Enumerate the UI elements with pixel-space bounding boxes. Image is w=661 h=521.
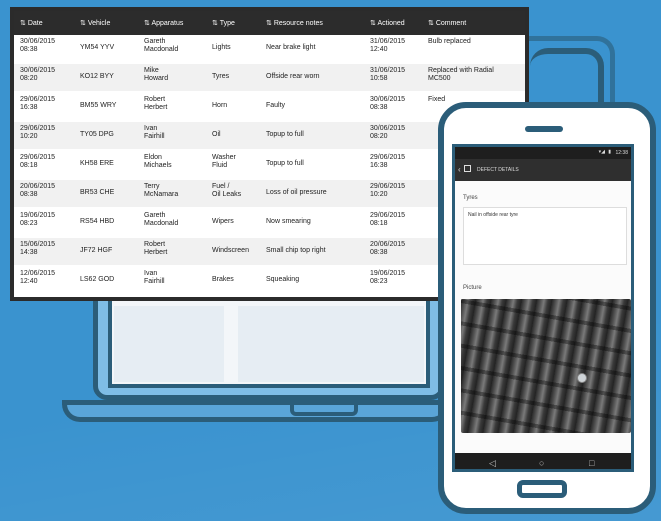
cell-notes: Near brake light xyxy=(266,44,316,51)
column-header-comment[interactable]: ⇅ Comment xyxy=(428,19,466,27)
cell-vehicle: BR53 CHE xyxy=(80,189,115,196)
cell-notes: Topup to full xyxy=(266,160,304,167)
cell-notes: Squeaking xyxy=(266,276,300,283)
cell-actioned: 19/06/2015 08:23 xyxy=(370,270,406,285)
cell-type: Fuel / Oil Leaks xyxy=(212,183,242,198)
cell-person: Robert Herbert xyxy=(144,241,168,256)
cell-person: Terry McNamara xyxy=(144,183,179,198)
cell-date: 29/06/2015 16:38 xyxy=(20,96,56,111)
cell-type: Wipers xyxy=(212,218,234,225)
cell-date: 30/06/2015 08:38 xyxy=(20,38,56,53)
laptop-panel-left xyxy=(114,306,224,382)
table-row[interactable]: 30/06/2015 08:38 YM54 YYV Gareth Macdonald… xyxy=(14,35,525,62)
cell-actioned: 29/06/2015 16:38 xyxy=(370,154,406,169)
laptop-panel-right xyxy=(238,306,424,382)
cell-notes: Loss of oil pressure xyxy=(266,189,327,196)
status-time: 12:38 xyxy=(615,150,628,156)
defect-description-text: Nail in offside rear tyre xyxy=(468,212,518,218)
cell-actioned: 29/06/2015 10:20 xyxy=(370,183,406,198)
calendar-icon xyxy=(464,165,471,172)
cell-vehicle: YM54 YYV xyxy=(80,44,115,51)
cell-notes: Faulty xyxy=(266,102,286,109)
defect-description-field[interactable]: Nail in offside rear tyre xyxy=(463,207,627,265)
nav-back-icon[interactable]: ◁ xyxy=(489,458,496,469)
column-header-apparatus[interactable]: ⇅ Apparatus xyxy=(144,19,183,27)
cell-actioned: 30/06/2015 08:20 xyxy=(370,125,406,140)
table-header: ⇅ Date ⇅ Vehicle ⇅ Apparatus ⇅ Type ⇅ Re… xyxy=(14,11,525,35)
app-bar: ‹ DEFECT DETAILS xyxy=(455,159,631,181)
cell-actioned: 30/06/2015 08:38 xyxy=(370,96,406,111)
cell-vehicle: LS62 GOD xyxy=(80,276,115,283)
cell-comment: Bulb replaced xyxy=(428,38,471,45)
cell-date: 20/06/2015 08:38 xyxy=(20,183,56,198)
picture-label: Picture xyxy=(463,285,482,291)
cell-actioned: 31/06/2015 12:40 xyxy=(370,38,406,53)
phone-screen: ▾◢ ▮ 12:38 ‹ DEFECT DETAILS Tyres Nail i… xyxy=(452,144,634,472)
cell-type: Horn xyxy=(212,102,228,109)
cell-vehicle: KO12 BYY xyxy=(80,73,114,80)
laptop-base xyxy=(62,400,450,422)
tyre-photo[interactable] xyxy=(461,299,631,433)
cell-type: Oil xyxy=(212,131,221,138)
cell-person: Eldon Michaels xyxy=(144,154,172,169)
phone-home-button[interactable] xyxy=(517,480,567,498)
cell-vehicle: KH58 ERE xyxy=(80,160,114,167)
cell-person: Gareth Macdonald xyxy=(144,212,179,227)
cell-actioned: 20/06/2015 08:38 xyxy=(370,241,406,256)
app-bar-title: DEFECT DETAILS xyxy=(477,167,519,173)
cell-vehicle: JF72 HGF xyxy=(80,247,113,254)
cell-comment: Replaced with Radial MC500 xyxy=(428,67,494,82)
back-arrow-icon[interactable]: ‹ xyxy=(458,165,461,174)
cell-notes: Offside rear worn xyxy=(266,73,320,80)
signal-icon: ▾◢ xyxy=(598,149,605,155)
status-bar: ▾◢ ▮ 12:38 xyxy=(455,147,631,159)
cell-person: Gareth Macdonald xyxy=(144,38,179,53)
laptop-trackpad-notch xyxy=(290,404,358,416)
cell-date: 29/06/2015 10:20 xyxy=(20,125,56,140)
cell-comment: Fixed xyxy=(428,96,446,103)
cell-date: 15/06/2015 14:38 xyxy=(20,241,56,256)
column-header-actioned[interactable]: ⇅ Actioned xyxy=(370,19,405,27)
cell-date: 19/06/2015 08:23 xyxy=(20,212,56,227)
cell-type: Brakes xyxy=(212,276,234,283)
cell-date: 30/06/2015 08:20 xyxy=(20,67,56,82)
cell-type: Tyres xyxy=(212,73,230,80)
column-header-type[interactable]: ⇅ Type xyxy=(212,19,235,27)
cell-vehicle: BM55 WRY xyxy=(80,102,117,109)
cell-type: Lights xyxy=(212,44,231,51)
cell-notes: Now smearing xyxy=(266,218,311,225)
nav-recent-icon[interactable]: □ xyxy=(589,458,594,468)
cell-type: Windscreen xyxy=(212,247,249,254)
cell-person: Robert Herbert xyxy=(144,96,168,111)
nav-home-icon[interactable]: ○ xyxy=(539,458,544,468)
android-nav-bar: ◁ ○ □ xyxy=(455,453,631,469)
table-row[interactable]: 30/06/2015 08:20 KO12 BYY Mike Howard Tyres… xyxy=(14,64,525,91)
cell-actioned: 29/06/2015 08:18 xyxy=(370,212,406,227)
battery-icon: ▮ xyxy=(608,149,611,155)
type-label: Tyres xyxy=(463,195,478,201)
cell-person: Mike Howard xyxy=(144,67,169,82)
cell-date: 29/06/2015 08:18 xyxy=(20,154,56,169)
cell-notes: Topup to full xyxy=(266,131,304,138)
cell-actioned: 31/06/2015 10:58 xyxy=(370,67,406,82)
column-header-resource-notes[interactable]: ⇅ Resource notes xyxy=(266,19,323,27)
cell-type: Washer Fluid xyxy=(212,154,236,169)
phone-speaker xyxy=(525,126,563,132)
column-header-date[interactable]: ⇅ Date xyxy=(20,19,43,27)
cell-vehicle: RS54 HBD xyxy=(80,218,115,225)
cell-person: Ivan Fairhill xyxy=(144,270,165,285)
cell-notes: Small chip top right xyxy=(266,247,326,254)
cell-date: 12/06/2015 12:40 xyxy=(20,270,56,285)
cell-vehicle: TY05 DPG xyxy=(80,131,114,138)
cell-person: Ivan Fairhill xyxy=(144,125,165,140)
nail-in-tyre xyxy=(577,373,587,383)
column-header-vehicle[interactable]: ⇅ Vehicle xyxy=(80,19,110,27)
